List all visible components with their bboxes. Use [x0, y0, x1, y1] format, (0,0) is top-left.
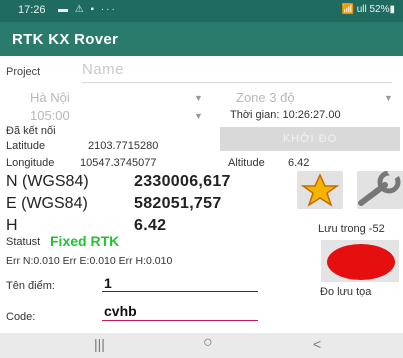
altitude-value: 6.42 [288, 157, 310, 169]
home-icon[interactable]: ○ [203, 334, 213, 352]
back-icon[interactable]: < [313, 336, 321, 352]
project-label: Project [6, 66, 41, 78]
star-icon [300, 173, 340, 207]
height-value: 6.42 [134, 217, 167, 234]
save-status: Lưu trong -52 [318, 223, 385, 235]
time-label: Thời gian: 10:26:27.00 [230, 109, 341, 121]
start-measure-button[interactable]: KHỞI ĐO [220, 127, 400, 151]
project-name-input[interactable]: Name [82, 61, 124, 78]
northing-label: N (WGS84) [6, 173, 89, 190]
latitude-label: Latitude [6, 140, 46, 152]
chevron-down-icon: ▼ [194, 111, 203, 121]
status-bar: 17:26 ▬ ⚠ ▪ ··· 📶 ull 52%▮ [0, 0, 403, 22]
zone-dropdown[interactable]: Zone 3 độ [236, 90, 295, 105]
status-label: Statust [6, 236, 41, 248]
battery-signal: 📶 ull 52%▮ [341, 4, 395, 15]
recent-apps-icon[interactable]: ||| [94, 336, 105, 352]
point-name-label: Tên điểm: [6, 280, 55, 292]
status-time: 17:26 [18, 4, 46, 16]
latitude-value: 2103.7715280 [88, 140, 159, 152]
point-name-input[interactable]: 1 [104, 275, 112, 291]
favorite-button[interactable] [297, 171, 343, 209]
easting-label: E (WGS84) [6, 195, 88, 212]
province-dropdown[interactable]: Hà Nội [30, 90, 70, 105]
notification-icons: ▬ ⚠ ▪ ··· [58, 4, 117, 15]
app-bar: RTK KX Rover [0, 22, 403, 56]
fix-status-value: Fixed RTK [50, 233, 120, 249]
wrench-icon [358, 171, 403, 206]
app-title: RTK KX Rover [12, 31, 119, 48]
record-caption: Đo lưu tọa [320, 286, 372, 298]
code-underline [102, 320, 258, 321]
settings-button[interactable] [357, 171, 403, 209]
connection-status: Đã kết nối [6, 125, 56, 137]
chevron-down-icon: ▼ [194, 93, 203, 103]
longitude-value: 10547.3745077 [80, 157, 157, 169]
navigation-bar: ||| ○ < [0, 333, 403, 358]
meridian-dropdown[interactable]: 105:00 [30, 108, 70, 123]
longitude-label: Longitude [6, 157, 55, 169]
point-name-underline [102, 291, 258, 292]
chevron-down-icon: ▼ [384, 93, 393, 103]
error-values: Err N:0.010 Err E:0.010 Err H:0.010 [6, 255, 173, 267]
code-input[interactable]: cvhb [104, 303, 137, 319]
height-label: H [6, 217, 18, 234]
altitude-label: Altitude [228, 157, 265, 169]
easting-value: 582051,757 [134, 195, 222, 212]
northing-value: 2330006,617 [134, 173, 231, 190]
code-label: Code: [6, 311, 36, 323]
project-underline [82, 82, 392, 83]
record-dot-icon[interactable] [327, 244, 395, 280]
